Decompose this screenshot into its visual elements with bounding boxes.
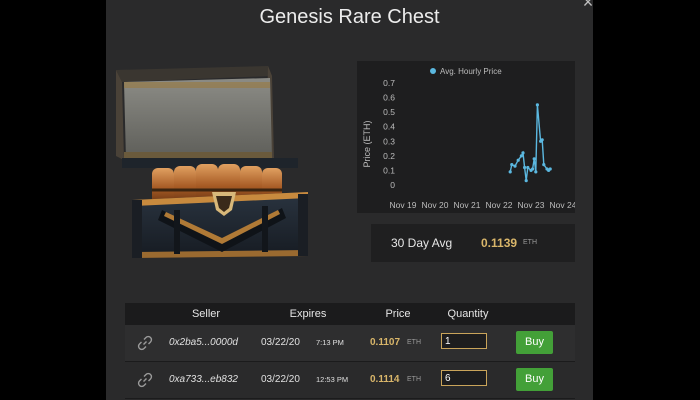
header-seller: Seller bbox=[191, 308, 221, 320]
price-chart-svg: Avg. Hourly Price Price (ETH) 0 0.1 0.2 0.3… bbox=[362, 67, 575, 210]
y-tick-label: 0.3 bbox=[383, 136, 395, 146]
expires-time: 7:13 PM bbox=[316, 338, 344, 347]
y-tick-label: 0 bbox=[390, 180, 395, 190]
price-value: 0.1114 bbox=[370, 374, 400, 385]
y-tick-label: 0.2 bbox=[383, 151, 395, 161]
avg-unit: ETH bbox=[523, 239, 537, 246]
buy-button[interactable]: Buy bbox=[516, 368, 553, 391]
quantity-input[interactable] bbox=[441, 333, 487, 349]
avg-box: 30 Day Avg 0.1139 ETH bbox=[371, 224, 575, 262]
price-unit: ETH bbox=[407, 376, 421, 383]
chest-image bbox=[112, 60, 318, 264]
data-point bbox=[531, 167, 535, 171]
y-tick-label: 0.1 bbox=[383, 165, 395, 175]
table-row: 0x2ba5...0000d 03/22/20 7:13 PM 0.1107 E… bbox=[125, 325, 575, 362]
table-header: Seller Expires Price Quantity bbox=[125, 303, 575, 325]
legend-marker bbox=[430, 68, 436, 74]
data-point bbox=[523, 165, 527, 170]
y-tick-label: 0.7 bbox=[383, 78, 395, 88]
seller-address[interactable]: 0x2ba5...0000d bbox=[169, 337, 238, 348]
x-tick-label: Nov 20 bbox=[422, 200, 449, 210]
seller-address[interactable]: 0xa733...eb832 bbox=[169, 374, 238, 385]
expires-date: 03/22/20 bbox=[261, 337, 300, 348]
y-tick-label: 0.5 bbox=[383, 107, 395, 117]
price-unit: ETH bbox=[407, 339, 421, 346]
data-point bbox=[508, 170, 512, 174]
y-tick-label: 0.4 bbox=[383, 122, 395, 132]
y-axis-label: Price (ETH) bbox=[362, 120, 372, 167]
expires-time: 12:53 PM bbox=[316, 375, 349, 384]
data-point bbox=[548, 167, 552, 171]
link-icon[interactable] bbox=[137, 372, 153, 388]
data-point bbox=[542, 163, 546, 167]
price-value: 0.1107 bbox=[370, 337, 401, 348]
listings-table: Seller Expires Price Quantity 0x2ba5...0… bbox=[125, 303, 575, 399]
modal-title: Genesis Rare Chest bbox=[259, 6, 440, 28]
y-tick-label: 0.6 bbox=[383, 93, 395, 103]
x-tick-label: Nov 21 bbox=[454, 200, 481, 210]
x-tick-label: Nov 23 bbox=[518, 200, 545, 210]
x-tick-label: Nov 19 bbox=[390, 200, 417, 210]
table-row: 0xa733...eb832 03/22/20 12:53 PM 0.1114 … bbox=[125, 362, 575, 399]
x-tick-label: Nov 22 bbox=[486, 200, 513, 210]
data-point bbox=[535, 103, 539, 107]
data-point bbox=[526, 165, 530, 170]
header-price: Price bbox=[385, 308, 411, 320]
avg-label: 30 Day Avg bbox=[391, 236, 453, 250]
data-point bbox=[532, 157, 536, 161]
data-point bbox=[519, 154, 523, 158]
data-point bbox=[540, 138, 544, 142]
buy-button[interactable]: Buy bbox=[516, 331, 553, 354]
link-icon[interactable] bbox=[137, 335, 153, 351]
data-point bbox=[521, 151, 525, 155]
data-point bbox=[516, 158, 520, 162]
legend-label: Avg. Hourly Price bbox=[440, 67, 502, 76]
expires-date: 03/22/20 bbox=[261, 374, 300, 385]
avg-value: 0.1139 bbox=[481, 236, 518, 250]
data-point bbox=[524, 179, 528, 183]
close-icon[interactable]: × bbox=[580, 0, 593, 11]
chest-modal: Genesis Rare Chest × Avg. Hourly Price P… bbox=[106, 0, 593, 400]
data-point bbox=[534, 170, 538, 174]
x-tick-label: Nov 24 bbox=[550, 200, 575, 210]
price-chart: Avg. Hourly Price Price (ETH) 0 0.1 0.2 0.3… bbox=[357, 61, 575, 213]
header-quantity: Quantity bbox=[447, 308, 489, 320]
data-point bbox=[510, 163, 514, 167]
data-point bbox=[513, 164, 517, 168]
header-expires: Expires bbox=[289, 308, 327, 320]
quantity-input[interactable] bbox=[441, 370, 487, 386]
